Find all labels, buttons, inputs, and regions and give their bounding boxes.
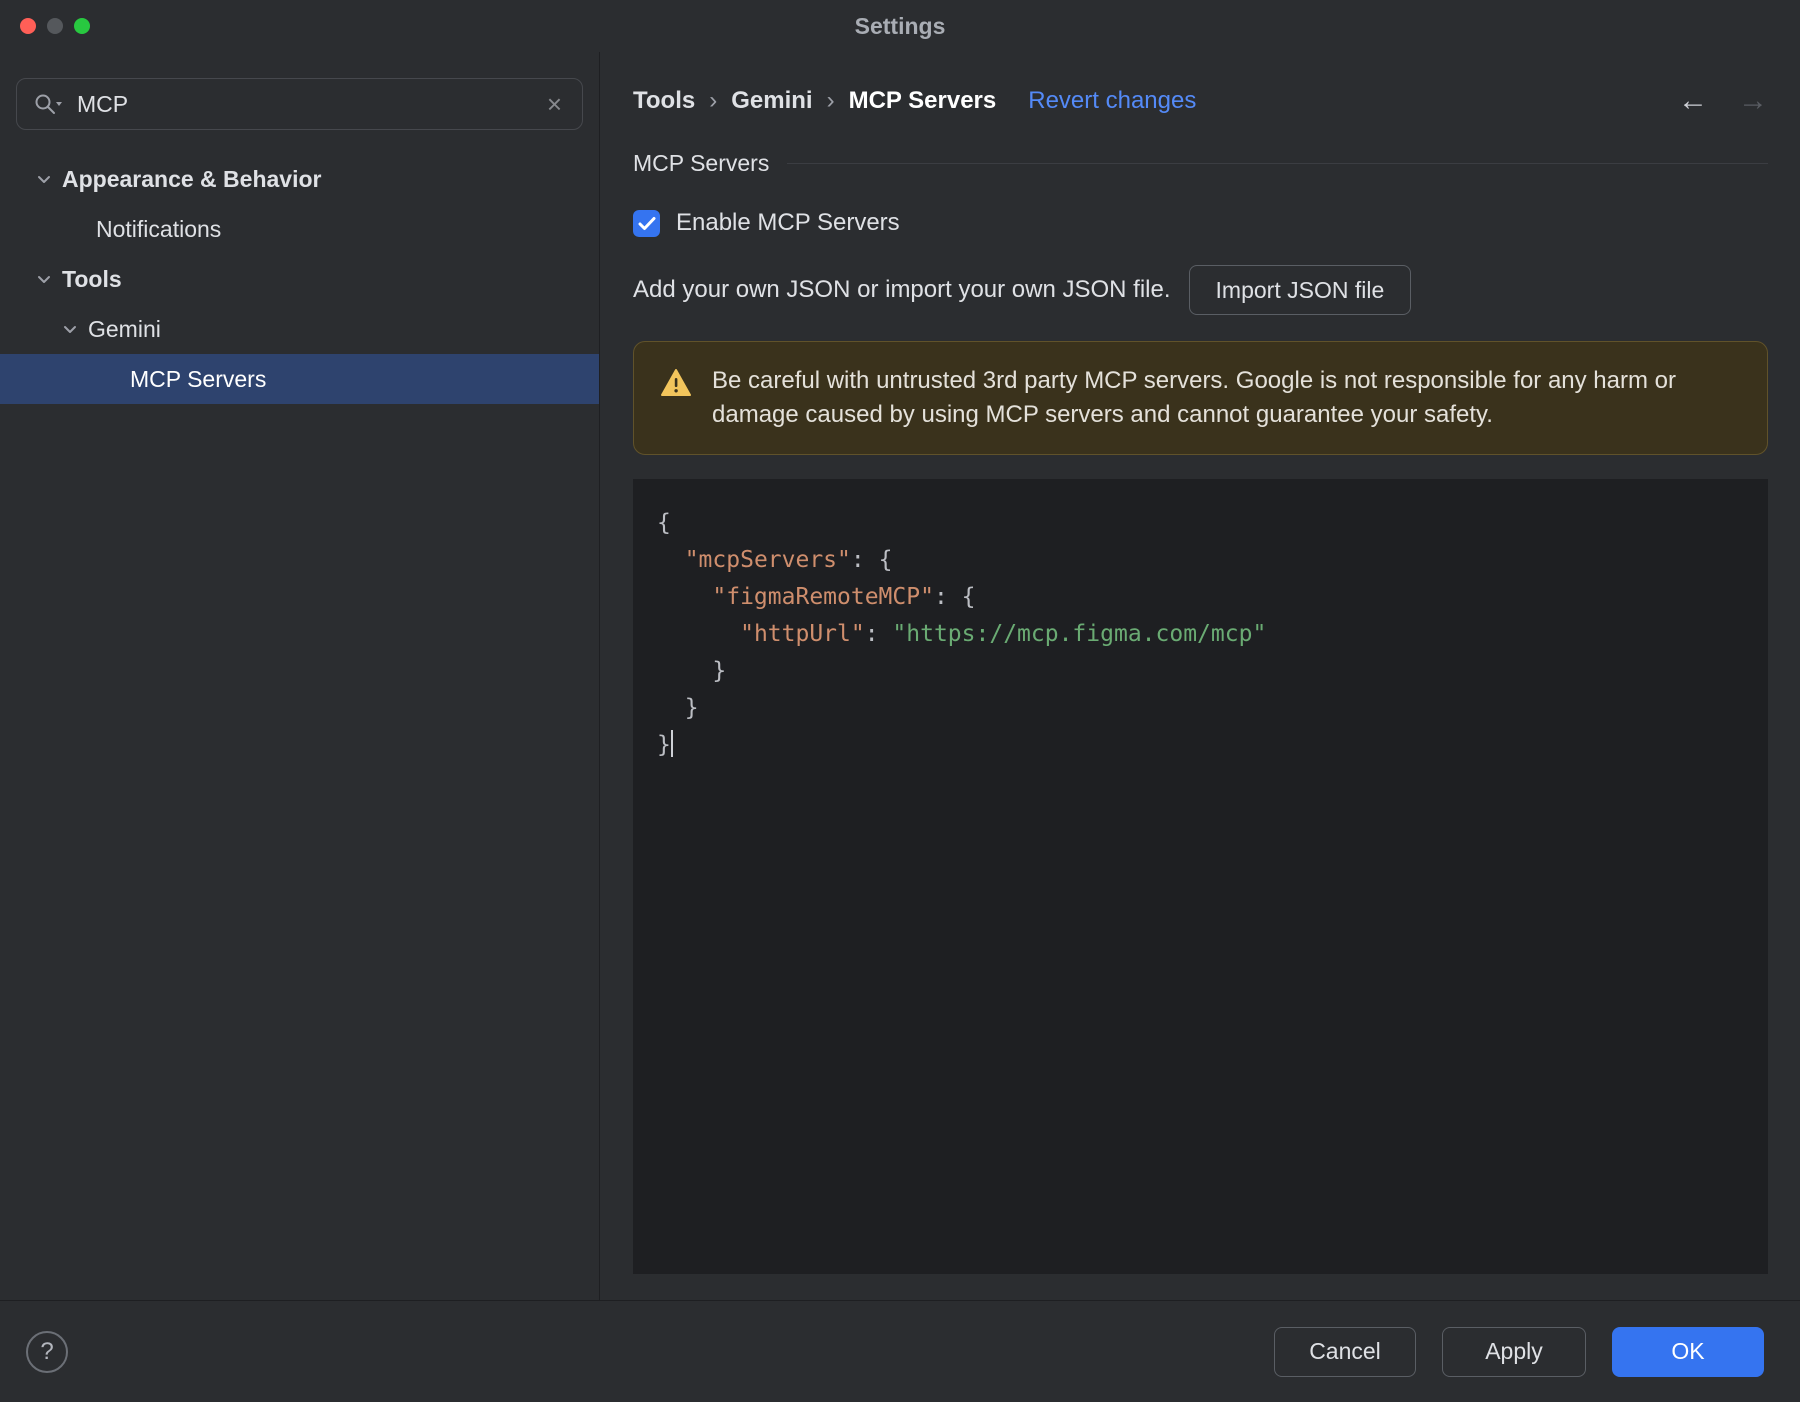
breadcrumb-separator-icon: › <box>709 87 718 114</box>
warning-triangle-icon <box>660 368 692 403</box>
section-title: MCP Servers <box>633 150 770 176</box>
breadcrumb-tools[interactable]: Tools <box>633 87 695 115</box>
history-nav: ← → <box>1678 86 1768 116</box>
chevron-down-icon[interactable] <box>32 271 56 287</box>
window-title: Settings <box>854 12 946 39</box>
chevron-down-icon[interactable] <box>32 171 56 187</box>
sidebar-item-label: Notifications <box>96 215 222 242</box>
enable-mcp-checkbox[interactable] <box>633 209 660 237</box>
json-editor-code: { "mcpServers": { "figmaRemoteMCP": { "h… <box>657 510 1267 758</box>
json-editor[interactable]: { "mcpServers": { "figmaRemoteMCP": { "h… <box>633 479 1768 1274</box>
section-header: MCP Servers <box>633 150 1768 177</box>
add-json-row: Add your own JSON or import your own JSO… <box>633 265 1768 315</box>
warning-text: Be careful with untrusted 3rd party MCP … <box>712 367 1676 428</box>
close-window-button[interactable] <box>20 18 36 34</box>
settings-sidebar: × Appearance & Behavior Notifications To <box>0 52 600 1300</box>
sidebar-item-tools[interactable]: Tools <box>0 254 599 304</box>
forward-arrow-icon[interactable]: → <box>1738 86 1768 116</box>
breadcrumb: Tools › Gemini › MCP Servers Revert chan… <box>633 80 1768 122</box>
search-input[interactable] <box>77 90 543 118</box>
sidebar-item-notifications[interactable]: Notifications <box>0 204 599 254</box>
help-icon: ? <box>40 1337 54 1365</box>
settings-window: Settings × <box>0 0 1800 1402</box>
enable-mcp-label: Enable MCP Servers <box>676 209 900 236</box>
sidebar-item-appearance-behavior[interactable]: Appearance & Behavior <box>0 154 599 204</box>
warning-banner: Be careful with untrusted 3rd party MCP … <box>633 341 1768 455</box>
titlebar: Settings <box>0 0 1800 52</box>
help-button[interactable]: ? <box>26 1330 68 1373</box>
back-arrow-icon[interactable]: ← <box>1678 86 1708 116</box>
ok-button[interactable]: OK <box>1612 1326 1764 1377</box>
section-divider <box>787 163 1768 164</box>
traffic-lights <box>20 0 90 52</box>
breadcrumb-gemini[interactable]: Gemini <box>731 87 812 115</box>
zoom-window-button[interactable] <box>74 18 90 34</box>
chevron-down-icon[interactable] <box>58 321 82 337</box>
footer-buttons: Cancel Apply OK <box>1274 1326 1764 1377</box>
enable-mcp-row: Enable MCP Servers <box>633 209 1768 237</box>
sidebar-item-label: Appearance & Behavior <box>62 165 322 192</box>
sidebar-item-gemini[interactable]: Gemini <box>0 304 599 354</box>
apply-button[interactable]: Apply <box>1442 1326 1586 1377</box>
cancel-button[interactable]: Cancel <box>1274 1326 1416 1377</box>
sidebar-item-label: Tools <box>62 265 122 292</box>
breadcrumb-mcp-servers: MCP Servers <box>848 87 997 114</box>
sidebar-item-label: Gemini <box>88 315 161 342</box>
settings-tree: Appearance & Behavior Notifications Tool… <box>0 154 599 404</box>
clear-search-icon[interactable]: × <box>543 89 566 119</box>
breadcrumb-separator-icon: › <box>826 87 835 114</box>
settings-search-box[interactable]: × <box>16 78 583 130</box>
revert-changes-link[interactable]: Revert changes <box>1028 87 1196 115</box>
settings-content: Tools › Gemini › MCP Servers Revert chan… <box>600 52 1800 1300</box>
sidebar-item-mcp-servers[interactable]: MCP Servers <box>0 354 599 404</box>
import-json-file-button[interactable]: Import JSON file <box>1188 265 1412 315</box>
minimize-window-button[interactable] <box>47 18 63 34</box>
footer-bar: ? Cancel Apply OK <box>0 1300 1800 1402</box>
sidebar-item-label: MCP Servers <box>130 365 267 392</box>
add-json-text: Add your own JSON or import your own JSO… <box>633 276 1171 303</box>
search-icon <box>33 92 63 116</box>
